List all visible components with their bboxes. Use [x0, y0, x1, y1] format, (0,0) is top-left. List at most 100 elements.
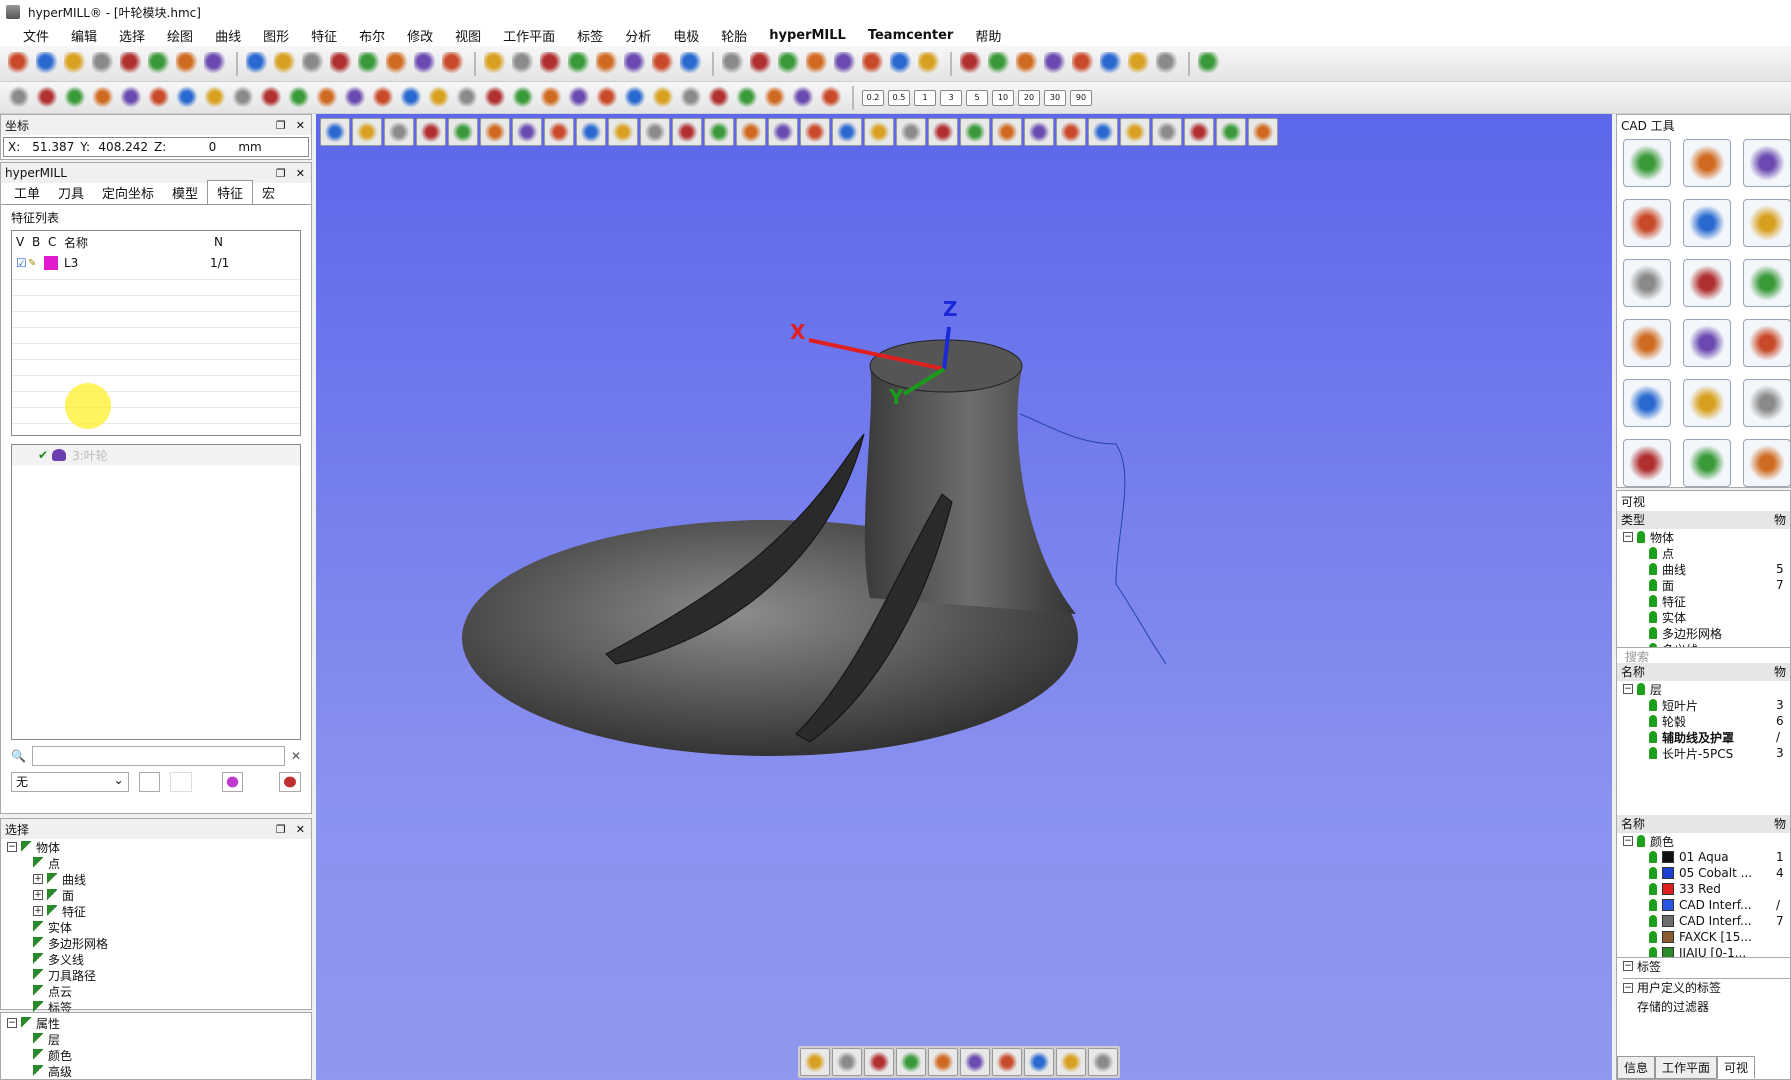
view-mode-icon[interactable]: [896, 1048, 926, 1076]
visibility-pin-icon[interactable]: [1649, 747, 1657, 759]
visibility-pin-icon[interactable]: [1649, 715, 1657, 727]
visibility-pin-icon[interactable]: [1649, 563, 1657, 575]
toolbar-tool-icon[interactable]: [722, 51, 746, 76]
toolbar-draw-icon[interactable]: [8, 85, 32, 110]
toolbar-tool-icon[interactable]: [1016, 51, 1040, 76]
tree-row[interactable]: CAD Interf... 7: [1623, 913, 1790, 929]
toolbar-tool-icon[interactable]: [1128, 51, 1152, 76]
view-mode-icon[interactable]: [1088, 1048, 1118, 1076]
toolbar-tool-icon[interactable]: [750, 51, 774, 76]
toolbar-tool-icon[interactable]: [1156, 51, 1180, 76]
toolbar-tool-icon[interactable]: [1072, 51, 1096, 76]
toolbar-tool-icon[interactable]: [246, 51, 270, 76]
tree-row[interactable]: − 颜色: [1623, 833, 1790, 849]
cad-tool-icon[interactable]: [1743, 199, 1791, 247]
cad-tool-icon[interactable]: [1623, 439, 1671, 487]
toolbar-draw-icon[interactable]: [372, 85, 396, 110]
tree-row[interactable]: FAXCK [15...: [1623, 929, 1790, 945]
tree-row[interactable]: 辅助线及护罩 /: [1623, 729, 1790, 745]
toolbar-draw-icon[interactable]: [792, 85, 816, 110]
tree-row[interactable]: CAD Interf... /: [1623, 897, 1790, 913]
toolbar-draw-icon[interactable]: [232, 85, 256, 110]
tab-5[interactable]: 宏: [253, 181, 284, 204]
select-tree-item[interactable]: 多边形网格: [7, 935, 311, 951]
tree-row[interactable]: 多义线: [1623, 641, 1790, 647]
toolbar-draw-icon[interactable]: [736, 85, 760, 110]
toolbar-draw-icon[interactable]: [120, 85, 144, 110]
toolbar-draw-icon[interactable]: [148, 85, 172, 110]
tab-1[interactable]: 刀具: [49, 181, 93, 204]
tree-row[interactable]: JIAJU [0-1...: [1623, 945, 1790, 957]
cad-tool-icon[interactable]: [1743, 439, 1791, 487]
select-tree-item[interactable]: + 特征: [7, 903, 311, 919]
column-header-C[interactable]: C: [44, 235, 60, 249]
toolbar-tool-icon[interactable]: [624, 51, 648, 76]
toolbar-tool-icon[interactable]: [596, 51, 620, 76]
toolbar-tool-icon[interactable]: [568, 51, 592, 76]
view-mode-icon[interactable]: [992, 1048, 1022, 1076]
zoom-button-30[interactable]: 30: [1044, 89, 1066, 106]
attribute-tree-item[interactable]: 层: [7, 1031, 311, 1047]
column-header-名称[interactable]: 名称: [60, 234, 210, 251]
toolbar-draw-icon[interactable]: [288, 85, 312, 110]
toolbar-draw-icon[interactable]: [568, 85, 592, 110]
toolbar-draw-icon[interactable]: [176, 85, 200, 110]
filter-select[interactable]: 无 ⌄: [11, 772, 129, 792]
select-tree-item[interactable]: 实体: [7, 919, 311, 935]
saved-filter-row[interactable]: 存储的过滤器: [1623, 998, 1790, 1014]
zoom-button-0.2[interactable]: 0.2: [862, 89, 884, 106]
view-mode-icon[interactable]: [960, 1048, 990, 1076]
column-header-V[interactable]: V: [12, 235, 28, 249]
toolbar-tool-icon[interactable]: [988, 51, 1012, 76]
toolbar-tool-icon[interactable]: [176, 51, 200, 76]
tree-row[interactable]: 轮毂 6: [1623, 713, 1790, 729]
toolbar-draw-icon[interactable]: [596, 85, 620, 110]
zoom-button-0.5[interactable]: 0.5: [888, 89, 910, 106]
cad-tool-icon[interactable]: [1683, 259, 1731, 307]
visibility-pin-icon[interactable]: [1649, 699, 1657, 711]
toolbar-tool-icon[interactable]: [778, 51, 802, 76]
tree-row[interactable]: 33 Red: [1623, 881, 1790, 897]
filter-clear-icon[interactable]: [170, 772, 192, 792]
visibility-pin-icon[interactable]: [1649, 547, 1657, 559]
expand-icon[interactable]: −: [1623, 836, 1633, 846]
tree-row[interactable]: 点: [1623, 545, 1790, 561]
select-tree-item[interactable]: 点云: [7, 983, 311, 999]
attribute-tree-item[interactable]: 颜色: [7, 1047, 311, 1063]
view-mode-icon[interactable]: [928, 1048, 958, 1076]
zoom-button-3[interactable]: 3: [940, 89, 962, 106]
tab-4[interactable]: 特征: [207, 180, 254, 204]
view-mode-icon[interactable]: [1056, 1048, 1086, 1076]
toolbar-tool-icon[interactable]: [204, 51, 228, 76]
feature-color-swatch[interactable]: [44, 256, 58, 270]
toolbar-tool-icon[interactable]: [512, 51, 536, 76]
menu-item-10[interactable]: 工作平面: [492, 26, 566, 45]
toolbar-draw-icon[interactable]: [484, 85, 508, 110]
menu-item-7[interactable]: 布尔: [348, 26, 396, 45]
select-tree-item[interactable]: + 面: [7, 887, 311, 903]
toolbar-draw-icon[interactable]: [344, 85, 368, 110]
toolbar-tool-icon[interactable]: [890, 51, 914, 76]
menu-item-4[interactable]: 曲线: [204, 26, 252, 45]
feature-icon[interactable]: [221, 772, 244, 792]
menu-item-11[interactable]: 标签: [566, 26, 614, 45]
expand-icon[interactable]: +: [33, 874, 43, 884]
tree-row[interactable]: 实体: [1623, 609, 1790, 625]
cad-tool-icon[interactable]: [1683, 139, 1731, 187]
tab-3[interactable]: 模型: [163, 181, 207, 204]
toolbar-draw-icon[interactable]: [64, 85, 88, 110]
zoom-button-90[interactable]: 90: [1070, 89, 1092, 106]
float-icon[interactable]: ❐: [276, 823, 286, 836]
toolbar-draw-icon[interactable]: [820, 85, 844, 110]
tree-row[interactable]: 面7: [1623, 577, 1790, 593]
cad-tool-icon[interactable]: [1683, 379, 1731, 427]
expand-icon[interactable]: −: [1623, 684, 1633, 694]
cad-tool-icon[interactable]: [1623, 199, 1671, 247]
clear-icon[interactable]: ✕: [291, 749, 301, 763]
close-icon[interactable]: ✕: [296, 167, 305, 180]
select-tree-item[interactable]: 点: [7, 855, 311, 871]
tree-row[interactable]: 长叶片-5PCS 3: [1623, 745, 1790, 761]
visibility-pin-icon[interactable]: [1649, 883, 1657, 895]
cad-tool-icon[interactable]: [1623, 139, 1671, 187]
toolbar-tool-icon[interactable]: [918, 51, 942, 76]
